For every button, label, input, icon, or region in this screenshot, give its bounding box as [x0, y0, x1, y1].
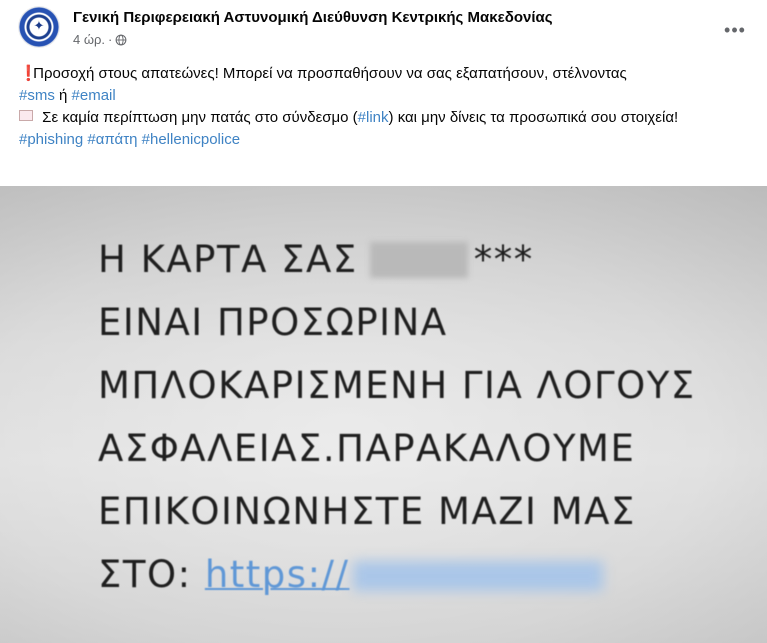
sms-line-1: Η ΚΑΡΤΑ ΣΑΣ ***	[98, 238, 534, 282]
sms-line-2: ΕΙΝΑΙ ΠΡΟΣΩΡΙΝΑ	[98, 301, 448, 344]
sms-line-3: ΜΠΛΟΚΑΡΙΣΜΕΝΗ ΓΙΑ ΛΟΓΟΥΣ	[98, 364, 696, 407]
page-avatar[interactable]: ✦	[19, 7, 59, 47]
post-line-3: Σε καμία περίπτωση μην πατάς στο σύνδεσμ…	[19, 107, 747, 129]
post-photo[interactable]: Η ΚΑΡΤΑ ΣΑΣ *** ΕΙΝΑΙ ΠΡΟΣΩΡΙΝΑ ΜΠΛΟΚΑΡΙΣ…	[0, 186, 767, 643]
post-header: ✦ Γενική Περιφερειακή Αστυνομική Διεύθυν…	[0, 0, 767, 56]
sms-line-4: ΑΣΦΑΛΕΙΑΣ.ΠΑΡΑΚΑΛΟΥΜΕ	[98, 427, 636, 470]
post-hashtags: #phishing #απάτη #hellenicpolice	[19, 129, 747, 151]
hashtag-apati[interactable]: #απάτη	[87, 131, 137, 148]
post-text-warning: Προσοχή στους απατεώνες! Μπορεί να προσπ…	[33, 65, 627, 82]
meta-separator: ·	[108, 32, 113, 47]
more-options-button[interactable]: •••	[717, 12, 753, 48]
post-text-conj: ή	[59, 87, 68, 104]
post-timestamp[interactable]: 4 ώρ.	[73, 32, 105, 47]
sms-text-card: Η ΚΑΡΤΑ ΣΑΣ	[98, 238, 358, 281]
hashtag-phishing[interactable]: #phishing	[19, 131, 83, 148]
sms-text-stars: ***	[473, 238, 534, 281]
redacted-link	[353, 561, 604, 591]
hashtag-email[interactable]: #email	[72, 87, 116, 104]
more-horizontal-icon: •••	[724, 19, 746, 40]
sms-text-sto: ΣΤΟ:	[98, 553, 192, 596]
sms-phishing-link: https://	[204, 553, 350, 596]
redacted-card-number	[369, 242, 468, 278]
sms-line-6: ΣΤΟ: https://	[98, 553, 604, 597]
hashtag-hellenicpolice[interactable]: #hellenicpolice	[142, 131, 240, 148]
facebook-post: ✦ Γενική Περιφερειακή Αστυνομική Διεύθυν…	[0, 0, 767, 643]
post-body-text: ❗ Προσοχή στους απατεώνες! Μπορεί να προ…	[19, 63, 747, 151]
hashtag-sms[interactable]: #sms	[19, 87, 55, 104]
globe-icon[interactable]	[115, 34, 127, 46]
post-text-advice-end: ) και μην δίνεις τα προσωπικά σου στοιχε…	[388, 109, 679, 126]
post-line-1: ❗ Προσοχή στους απατεώνες! Μπορεί να προ…	[19, 63, 747, 85]
sms-line-5: ΕΠΙΚΟΙΝΩΝΗΣΤΕ ΜΑΖΙ ΜΑΣ	[98, 490, 636, 533]
hashtag-link[interactable]: #link	[358, 109, 389, 126]
page-name-link[interactable]: Γενική Περιφερειακή Αστυνομική Διεύθυνση…	[73, 9, 553, 26]
envelope-icon	[19, 110, 33, 121]
exclamation-icon: ❗	[19, 65, 38, 82]
post-line-2: #sms ή #email	[19, 85, 747, 107]
police-logo: ✦	[33, 18, 45, 33]
post-meta: 4 ώρ. ·	[73, 32, 127, 47]
post-text-advice-start: Σε καμία περίπτωση μην πατάς στο σύνδεσμ…	[42, 109, 358, 126]
